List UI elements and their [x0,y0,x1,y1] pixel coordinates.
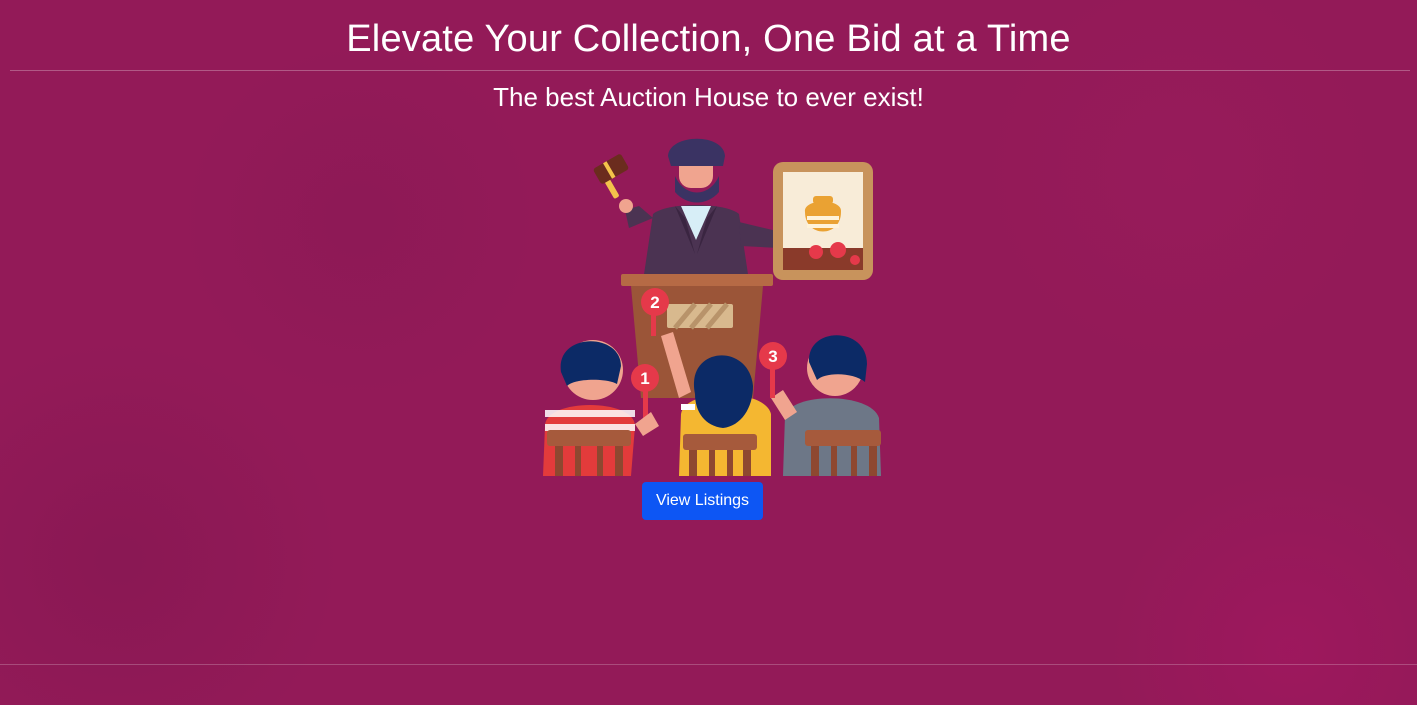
paddle-label-1: 1 [640,369,649,388]
paddle-label-2: 2 [650,293,659,312]
footer-divider [0,664,1417,665]
view-listings-button[interactable]: View Listings [642,482,763,520]
auction-scene-illustration: 1 2 3 [543,138,881,476]
hero-title: Elevate Your Collection, One Bid at a Ti… [346,18,1071,60]
header-divider [10,70,1410,71]
paddle-label-3: 3 [768,347,777,366]
gavel-icon [593,154,629,199]
hero-subtitle: The best Auction House to ever exist! [493,82,924,112]
framed-painting [773,162,873,280]
